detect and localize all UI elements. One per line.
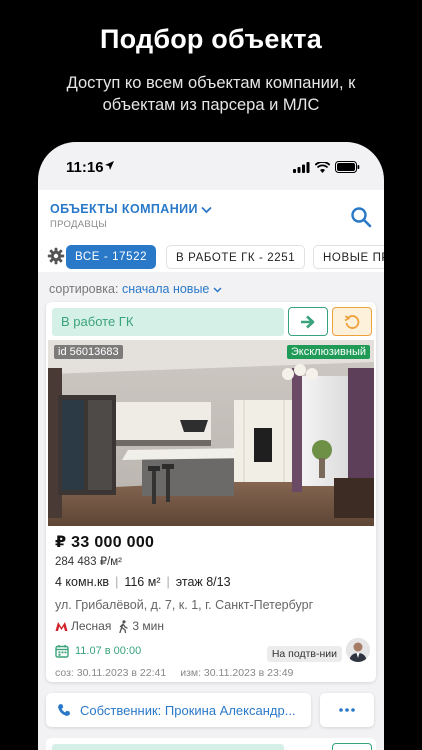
chevron-down-icon xyxy=(213,287,222,293)
app-header: ОБЪЕКТЫ КОМПАНИИ ПРОДАВЦЫ xyxy=(38,190,384,244)
listing-id: id 56013683 xyxy=(54,345,123,359)
chevron-down-icon xyxy=(201,206,212,213)
status-icons xyxy=(293,161,360,173)
owner-name: Собственник: Прокина Александр... xyxy=(80,702,296,718)
chip-new[interactable]: НОВЫЕ ПР xyxy=(313,245,384,269)
undo-icon xyxy=(344,314,360,329)
owner-contact-button[interactable]: Собственник: Прокина Александр... xyxy=(46,693,311,727)
forward-button[interactable] xyxy=(288,307,328,336)
arrow-right-icon xyxy=(301,315,315,328)
kitchen-photo xyxy=(48,340,374,526)
exclusive-badge: Эксклюзивный xyxy=(286,345,370,359)
metro-icon xyxy=(55,621,68,631)
filter-chips: ВСЕ - 17522 В РАБОТЕ ГК - 2251 НОВЫЕ ПР xyxy=(38,244,384,272)
next-listing-card[interactable] xyxy=(46,738,376,750)
sort-selector[interactable]: сортировка: сначала новые xyxy=(49,282,222,296)
calendar-icon xyxy=(55,645,69,658)
rooms: 4 комн.кв xyxy=(55,575,110,589)
status-bar: 11:16 xyxy=(38,142,384,186)
more-dots-icon xyxy=(339,708,355,712)
more-button[interactable] xyxy=(320,693,374,727)
metro-info: Лесная 3 мин xyxy=(55,619,164,633)
separator: | xyxy=(166,575,170,589)
status-time: 11:16 xyxy=(66,159,104,176)
sort-label: сортировка: xyxy=(49,282,119,296)
search-icon[interactable] xyxy=(350,206,372,228)
listing-params: 4 комн.кв | 116 м² | этаж 8/13 xyxy=(55,575,231,589)
chip-in-work[interactable]: В РАБОТЕ ГК - 2251 xyxy=(166,245,306,269)
listing-card[interactable]: В работе ГК id 56013683 Эксклюзивный ₽ 3… xyxy=(46,302,376,682)
section-selector[interactable]: ОБЪЕКТЫ КОМПАНИИ xyxy=(50,202,212,216)
approval-status-badge: На подтв-нии xyxy=(266,646,342,662)
created-at: соз: 30.11.2023 в 22:41 xyxy=(55,667,167,679)
phone-icon xyxy=(58,704,70,716)
location-arrow-icon xyxy=(105,161,114,170)
next-action-date[interactable]: 11.07 в 00:00 xyxy=(55,644,141,658)
walk-time: 3 мин xyxy=(132,619,164,633)
listing-status[interactable]: В работе ГК xyxy=(52,308,284,336)
modified-at: изм: 30.11.2023 в 23:49 xyxy=(180,667,294,679)
listing-photo[interactable]: id 56013683 Эксклюзивный xyxy=(48,340,374,526)
promo-title: Подбор объекта xyxy=(100,24,322,54)
phone-screen: 11:16 ОБЪЕКТЫ КОМПАНИИ ПРОДАВЦЫ ВСЕ - 17… xyxy=(38,142,384,750)
area: 116 м² xyxy=(124,575,161,589)
price-per-m2: 284 483 ₽/м² xyxy=(55,556,123,568)
sort-value[interactable]: сначала новые xyxy=(122,282,209,296)
agent-avatar[interactable] xyxy=(346,638,370,662)
next-listing-action[interactable] xyxy=(332,743,372,750)
listing-price: ₽ 33 000 000 xyxy=(55,534,155,551)
next-date-text: 11.07 в 00:00 xyxy=(75,645,142,657)
cellular-signal-icon xyxy=(293,161,310,173)
listing-address: ул. Грибалёвой, д. 7, к. 1, г. Санкт-Пет… xyxy=(55,598,314,612)
timestamps: соз: 30.11.2023 в 22:41 изм: 30.11.2023 в… xyxy=(55,667,293,679)
next-listing-status xyxy=(52,744,284,750)
gear-icon[interactable] xyxy=(47,247,65,265)
walking-icon xyxy=(119,619,129,633)
metro-station: Лесная xyxy=(71,619,112,633)
promo-subtitle: Доступ ко всем объектам компании, к объе… xyxy=(66,74,356,114)
separator: | xyxy=(115,575,119,589)
battery-icon xyxy=(335,161,360,173)
section-title: ОБЪЕКТЫ КОМПАНИИ xyxy=(50,202,198,216)
floor: этаж 8/13 xyxy=(175,575,231,589)
avatar-photo xyxy=(346,638,370,662)
undo-button[interactable] xyxy=(332,307,372,336)
chip-all[interactable]: ВСЕ - 17522 xyxy=(66,245,157,269)
section-subtitle: ПРОДАВЦЫ xyxy=(50,219,108,230)
wifi-icon xyxy=(315,161,330,173)
